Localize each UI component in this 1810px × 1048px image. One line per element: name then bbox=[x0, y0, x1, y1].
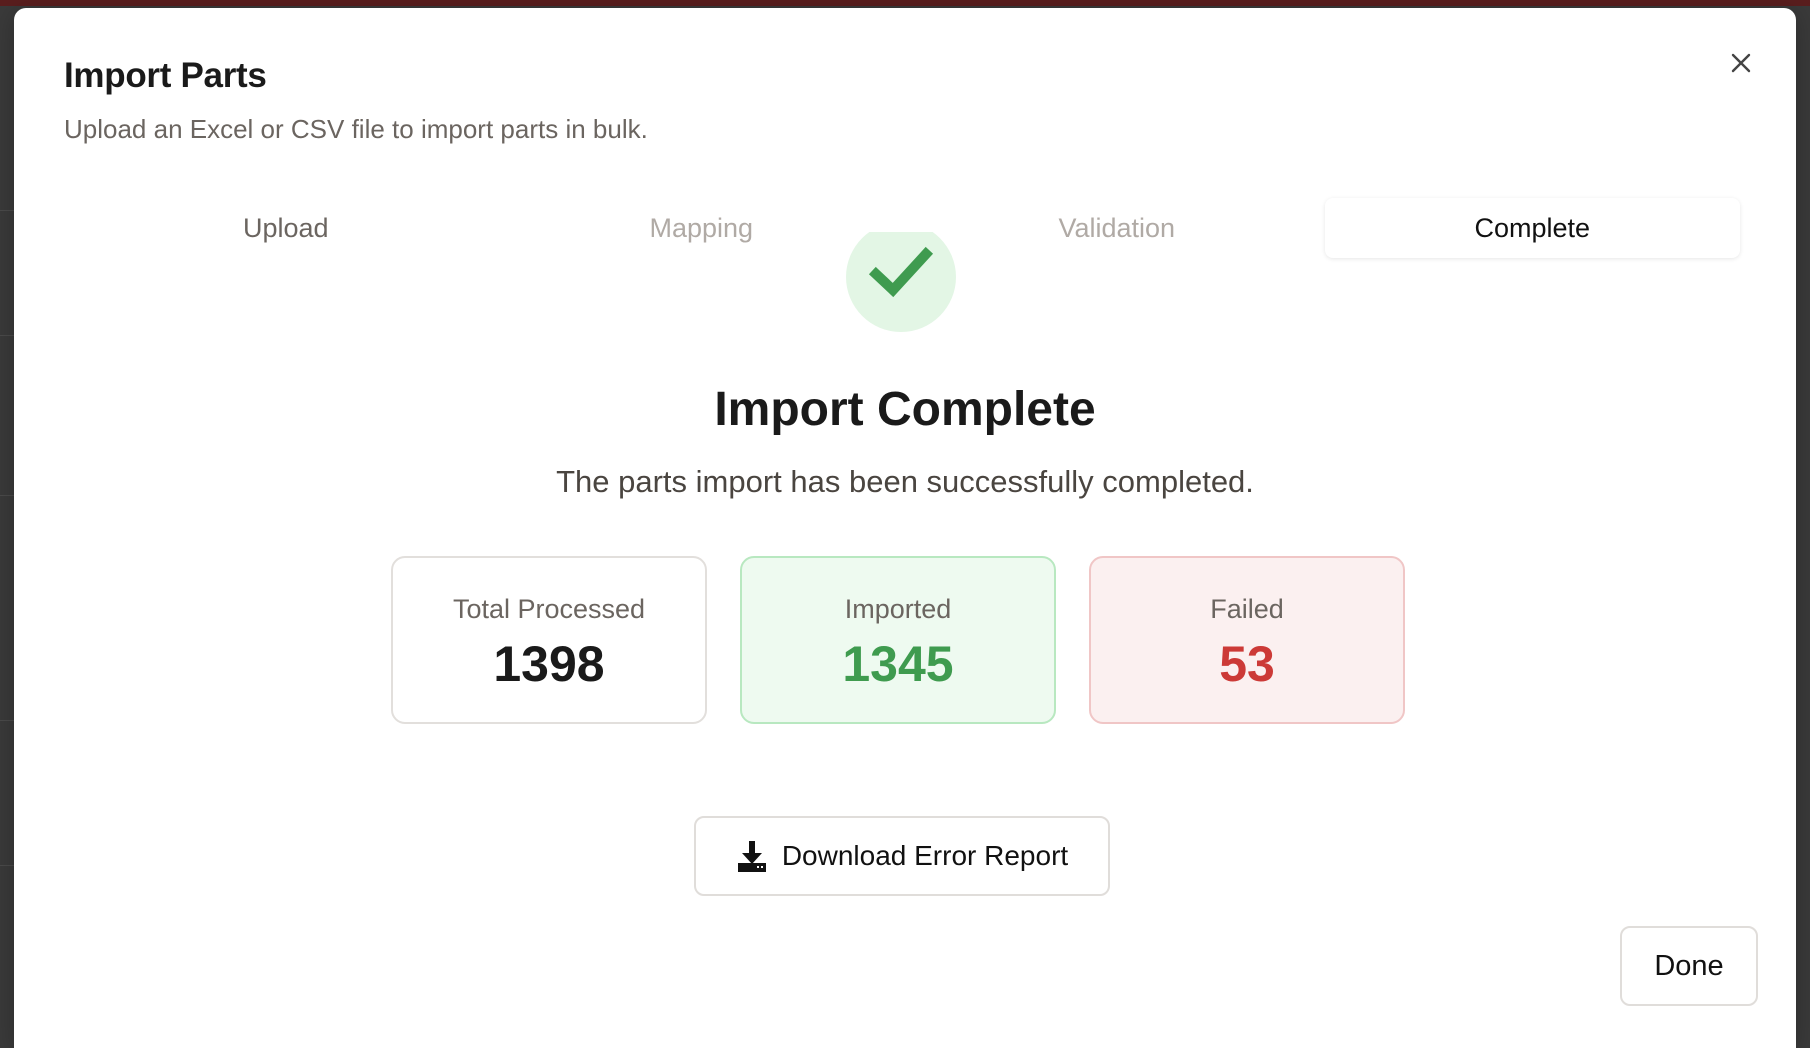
stat-value-imported: 1345 bbox=[842, 636, 954, 692]
dialog-subtitle: Upload an Excel or CSV file to import pa… bbox=[64, 114, 648, 144]
success-indicator bbox=[846, 232, 956, 346]
dialog-title: Import Parts bbox=[64, 56, 267, 95]
step-complete[interactable]: Complete bbox=[1324, 198, 1740, 258]
stat-card-imported: Imported 1345 bbox=[740, 556, 1056, 724]
download-icon bbox=[737, 841, 766, 872]
stat-label-failed: Failed bbox=[1210, 594, 1284, 624]
checkmark-icon bbox=[868, 246, 934, 298]
result-message: The parts import has been successfully c… bbox=[556, 464, 1254, 499]
backdrop-divider bbox=[0, 865, 14, 866]
backdrop-top-bar bbox=[0, 0, 1810, 6]
backdrop-divider bbox=[0, 335, 14, 336]
backdrop-divider bbox=[0, 495, 14, 496]
stat-value-failed: 53 bbox=[1219, 636, 1275, 692]
step-upload[interactable]: Upload bbox=[78, 198, 494, 258]
backdrop-divider bbox=[0, 720, 14, 721]
close-icon bbox=[1731, 53, 1751, 73]
download-button-label: Download Error Report bbox=[781, 840, 1069, 871]
step-validation[interactable]: Validation bbox=[909, 198, 1325, 258]
backdrop-divider bbox=[0, 210, 14, 211]
stat-label-total: Total Processed bbox=[452, 594, 646, 624]
done-button[interactable]: Done bbox=[1620, 926, 1758, 1006]
stat-card-failed: Failed 53 bbox=[1089, 556, 1405, 724]
download-error-report-button[interactable]: Download Error Report bbox=[694, 816, 1110, 896]
stat-card-total: Total Processed 1398 bbox=[391, 556, 707, 724]
result-heading: Import Complete bbox=[714, 383, 1096, 436]
stat-label-imported: Imported bbox=[844, 594, 952, 624]
close-button[interactable] bbox=[1724, 46, 1758, 80]
stat-value-total: 1398 bbox=[493, 636, 605, 692]
backdrop-partial-text bbox=[0, 112, 14, 152]
import-stats: Total Processed 1398 Imported 1345 Faile… bbox=[391, 556, 1405, 724]
import-parts-dialog: Import Parts Upload an Excel or CSV file… bbox=[14, 8, 1796, 1048]
